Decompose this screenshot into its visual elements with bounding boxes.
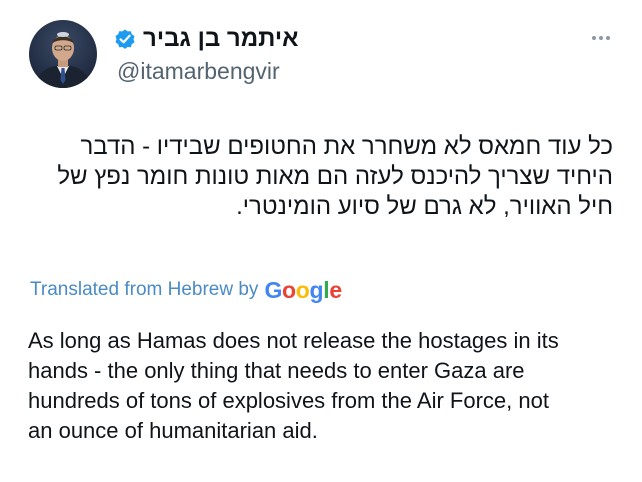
- tweet-text-line: hands - the only thing that needs to ent…: [28, 358, 525, 383]
- author-name-row: איתמר בן גביר: [113, 24, 298, 54]
- tweet-text-line: hundreds of tons of explosives from the …: [28, 388, 549, 413]
- tweet-text-line: an ounce of humanitarian aid.: [28, 418, 318, 443]
- more-options-button[interactable]: [588, 26, 614, 50]
- tweet-text-line: כל עוד חמאס לא משחרר את החטופים שבידיו -…: [80, 133, 613, 160]
- more-options-icon: [592, 36, 596, 40]
- avatar[interactable]: [29, 20, 97, 88]
- tweet-text-line: היחיד שצריך להיכנס לעזה הם מאות טונות חו…: [57, 163, 613, 190]
- translation-attribution: Translated from Hebrew by Google: [30, 275, 342, 305]
- author-handle[interactable]: @itamarbengvir: [117, 58, 280, 85]
- profile-photo-icon: [29, 20, 97, 88]
- verified-badge-icon: [113, 27, 137, 51]
- tweet-text-line: חיל האוויר, לא גרם של סיוע הומינטרי.: [236, 193, 613, 220]
- tweet-text-line: As long as Hamas does not release the ho…: [28, 328, 559, 353]
- more-options-icon-dot: [599, 36, 603, 40]
- more-options-icon-dot: [606, 36, 610, 40]
- author-display-name[interactable]: איתמר בן גביר: [143, 25, 298, 53]
- tweet-text-original: כל עוד חמאס לא משחרר את החטופים שבידיו -…: [28, 132, 613, 222]
- translated-from-link[interactable]: Translated from Hebrew by: [30, 279, 258, 301]
- tweet-text-translated: As long as Hamas does not release the ho…: [28, 326, 628, 446]
- google-logo: Google: [264, 276, 342, 303]
